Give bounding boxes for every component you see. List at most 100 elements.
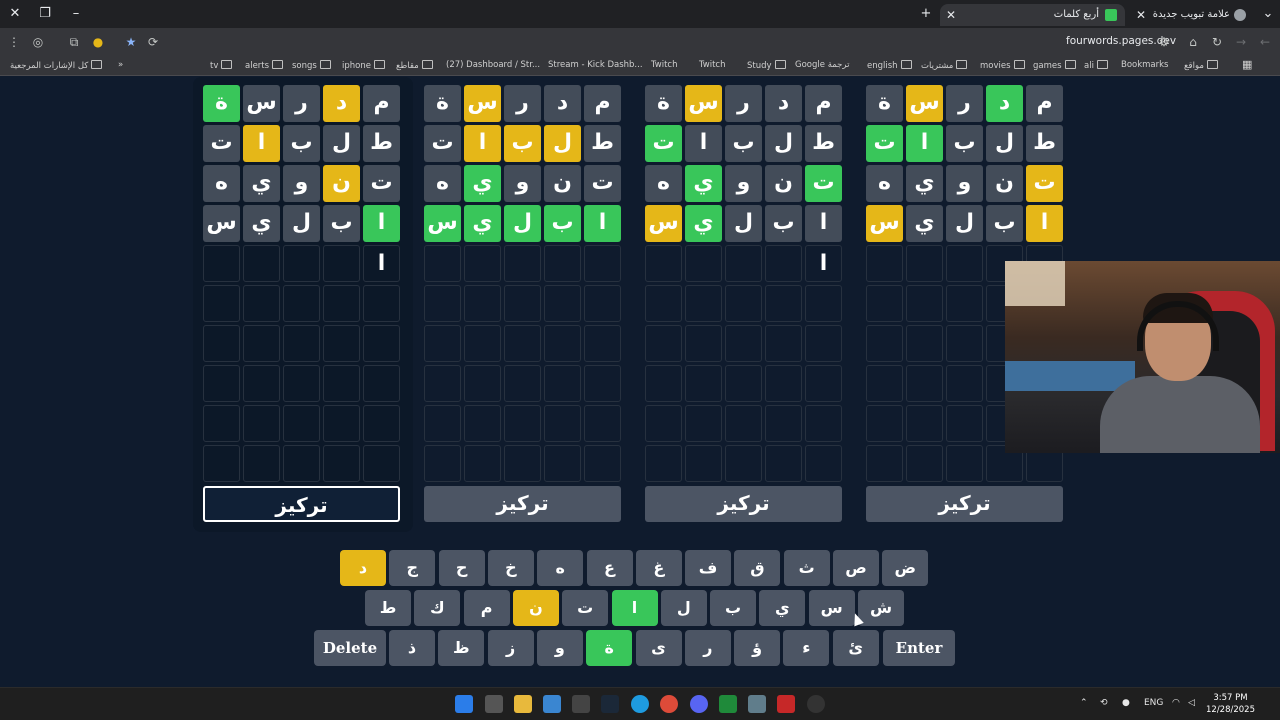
keyboard-key[interactable]: ز: [487, 630, 534, 666]
bookmark-star-icon[interactable]: ★: [122, 33, 140, 51]
bookmark-songs[interactable]: songs: [292, 60, 331, 71]
keyboard-key[interactable]: ا: [611, 590, 658, 626]
file-explorer-icon[interactable]: [514, 695, 532, 713]
keyboard-key[interactable]: غ: [635, 550, 682, 586]
keyboard-key[interactable]: ر: [684, 630, 731, 666]
tab-search-icon[interactable]: ⌄: [1258, 4, 1278, 24]
extension-icon[interactable]: ●: [89, 33, 107, 51]
reload-icon[interactable]: ↻: [1208, 33, 1226, 51]
bookmark-sites[interactable]: مواقع: [1184, 60, 1218, 71]
apps-grid-icon[interactable]: ▦: [1242, 58, 1252, 71]
bookmark-clips[interactable]: مقاطع: [396, 60, 433, 71]
bookmark-all[interactable]: كل الإشارات المرجعية: [10, 60, 102, 71]
keyboard-key[interactable]: ث: [783, 550, 830, 586]
bookmark-bookmarks[interactable]: Bookmarks: [1121, 60, 1169, 70]
bookmark-tv[interactable]: tv: [210, 60, 232, 71]
task-view-icon[interactable]: [485, 695, 503, 713]
keyboard-key[interactable]: ظ: [438, 630, 485, 666]
bookmark-iphone[interactable]: iphone: [342, 60, 385, 71]
system-clock[interactable]: 3:57 PM 12/28/2025: [1206, 692, 1255, 716]
keyboard-key[interactable]: خ: [487, 550, 534, 586]
focus-button-board-1[interactable]: تركيز: [203, 486, 400, 522]
extensions-icon[interactable]: ⧉: [65, 33, 83, 51]
minimize-window-icon[interactable]: –: [66, 4, 86, 24]
forward-icon[interactable]: →: [1232, 33, 1250, 51]
keyboard-key[interactable]: م: [463, 590, 510, 626]
network-tray-icon[interactable]: ⟲: [1100, 698, 1108, 708]
keyboard-key[interactable]: ش: [858, 590, 904, 626]
restore-window-icon[interactable]: ❐: [35, 4, 55, 24]
keyboard-key[interactable]: ق: [734, 550, 781, 586]
keyboard-key[interactable]: س: [808, 590, 855, 626]
obs-icon[interactable]: [777, 695, 795, 713]
keyboard-key[interactable]: ل: [660, 590, 707, 626]
keyboard-key[interactable]: ن: [512, 590, 559, 626]
new-tab-icon[interactable]: +: [916, 4, 936, 24]
close-tab-icon[interactable]: ✕: [946, 4, 956, 26]
keyboard-key[interactable]: ع: [586, 550, 633, 586]
keyboard-key[interactable]: ي: [759, 590, 806, 626]
keyboard-key[interactable]: ب: [710, 590, 757, 626]
bookmark-alerts[interactable]: alerts: [245, 60, 283, 71]
steam-icon[interactable]: [601, 695, 619, 713]
keyboard-key[interactable]: ى: [635, 630, 682, 666]
focus-button-board-2[interactable]: تركيز: [424, 486, 621, 522]
site-settings-icon[interactable]: ⚙: [1155, 33, 1173, 51]
keyboard-key[interactable]: ذ: [389, 630, 435, 666]
keyboard-key[interactable]: ف: [685, 550, 732, 586]
discord-icon[interactable]: [690, 695, 708, 713]
app-icon[interactable]: [748, 695, 766, 713]
tray-overflow-icon[interactable]: ⌃: [1080, 698, 1088, 708]
bookmark-study[interactable]: Study: [747, 60, 786, 71]
bookmark-twitch-1[interactable]: Twitch: [651, 60, 678, 70]
language-indicator[interactable]: ENG: [1144, 698, 1163, 708]
edge-icon[interactable]: [631, 695, 649, 713]
keyboard-key[interactable]: ه: [537, 550, 584, 586]
recording-icon[interactable]: [807, 695, 825, 713]
volume-icon[interactable]: ◁: [1188, 698, 1195, 708]
keyboard-key[interactable]: د: [340, 550, 386, 586]
tab-new-tab[interactable]: ✕ علامة تبويب جديدة: [1130, 4, 1250, 26]
bookmark-games[interactable]: games: [1033, 60, 1076, 71]
enter-key[interactable]: Enter: [883, 630, 955, 666]
chrome-taskbar-icon[interactable]: [660, 695, 678, 713]
store-icon[interactable]: [543, 695, 561, 713]
bookmarks-overflow-icon[interactable]: »: [118, 60, 123, 70]
keyboard-key[interactable]: ص: [833, 550, 879, 586]
bookmark-ali[interactable]: ali: [1084, 60, 1108, 71]
bookmark-english[interactable]: english: [867, 60, 912, 71]
keyboard-key[interactable]: ئ: [832, 630, 879, 666]
keyboard-key[interactable]: ء: [783, 630, 830, 666]
start-icon[interactable]: [455, 695, 473, 713]
bookmark-movies[interactable]: movies: [980, 60, 1025, 71]
back-icon[interactable]: ←: [1256, 33, 1274, 51]
keyboard-key[interactable]: و: [536, 630, 583, 666]
tab-four-words[interactable]: ✕ أربع كلمات: [940, 4, 1125, 26]
keyboard-key[interactable]: ك: [414, 590, 461, 626]
bookmark-purchases[interactable]: مشتريات: [921, 60, 967, 71]
wifi-icon[interactable]: ◠: [1172, 698, 1180, 708]
focus-button-board-4[interactable]: تركيز: [866, 486, 1063, 522]
calculator-icon[interactable]: [572, 695, 590, 713]
home-icon[interactable]: ⌂: [1184, 33, 1202, 51]
bookmark-twitch-2[interactable]: Twitch: [699, 60, 726, 70]
share-icon[interactable]: ⟳: [144, 33, 162, 51]
keyboard-key[interactable]: ح: [438, 550, 485, 586]
bookmark-dashboard[interactable]: (27) Dashboard / Str...: [446, 60, 540, 70]
mic-tray-icon[interactable]: ●: [1122, 698, 1130, 708]
keyboard-key[interactable]: ت: [562, 590, 609, 626]
keyboard-key[interactable]: ج: [389, 550, 436, 586]
menu-icon[interactable]: ⋮: [5, 33, 23, 51]
xbox-icon[interactable]: [719, 695, 737, 713]
focus-button-board-3[interactable]: تركيز: [645, 486, 842, 522]
keyboard-key[interactable]: ة: [586, 630, 633, 666]
keyboard-key[interactable]: ض: [882, 550, 929, 586]
close-window-icon[interactable]: ✕: [5, 4, 25, 24]
close-tab-icon[interactable]: ✕: [1136, 4, 1146, 26]
bookmark-translate[interactable]: Google ترجمة: [795, 60, 849, 70]
keyboard-key[interactable]: ط: [365, 590, 411, 626]
keyboard-key[interactable]: ؤ: [734, 630, 781, 666]
delete-key[interactable]: Delete: [314, 630, 386, 666]
profile-icon[interactable]: ◎: [29, 33, 47, 51]
bookmark-kick[interactable]: Stream - Kick Dashb...: [548, 60, 643, 70]
